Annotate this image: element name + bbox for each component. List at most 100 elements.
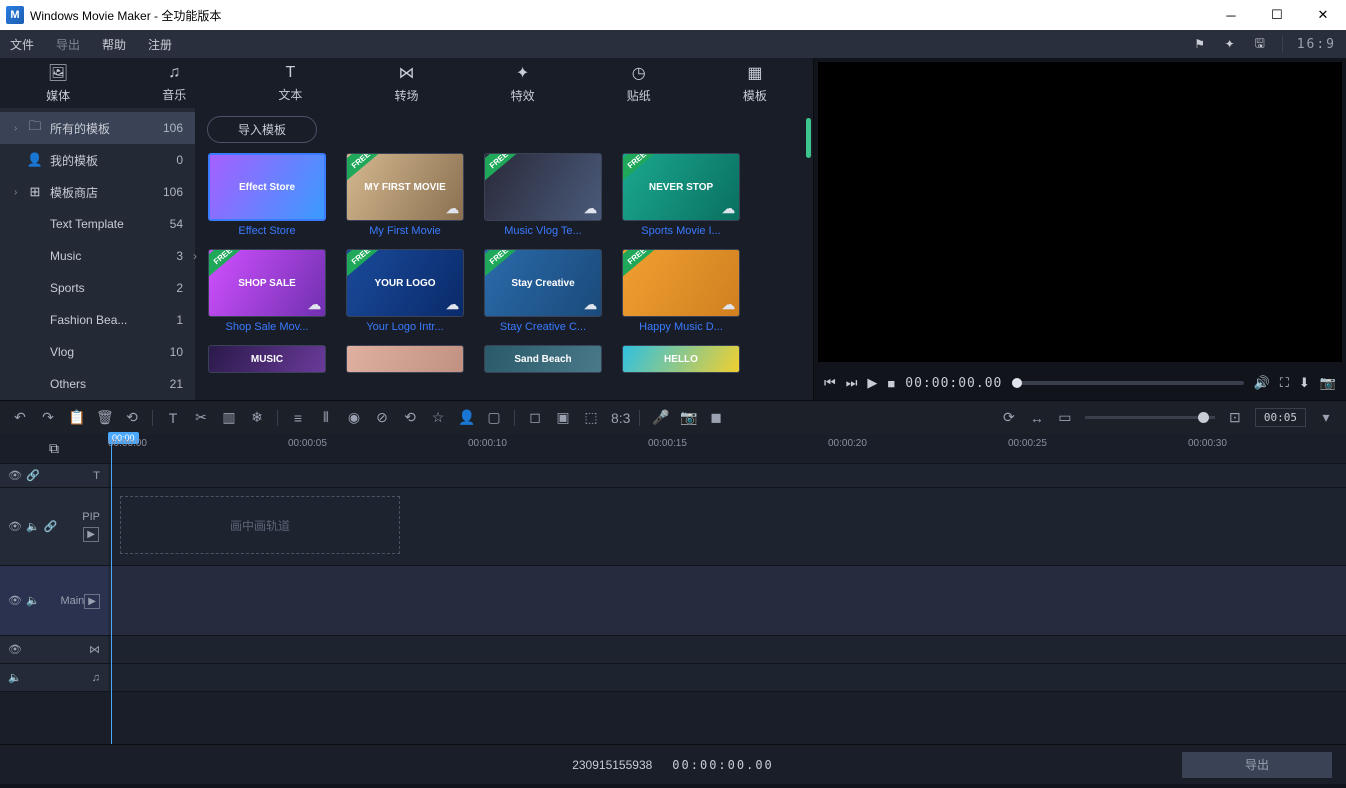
link-icon[interactable]: 🔗: [44, 520, 58, 533]
template-card[interactable]: FREEStay Creative☁Stay Creative C...: [483, 249, 603, 333]
menu-help[interactable]: 帮助: [102, 36, 126, 53]
toolbar-zoom-button[interactable]: ↔: [1029, 410, 1045, 426]
toolbar-adjust-button[interactable]: 👤: [458, 409, 474, 426]
toolbar-adjust-button[interactable]: ≡: [290, 410, 306, 426]
toolbar-zoom-button[interactable]: ⟳: [1001, 409, 1017, 426]
text-track-lane[interactable]: [108, 464, 1346, 487]
toolbar-edit-button[interactable]: ↷: [40, 409, 56, 426]
template-card[interactable]: FREE☁Happy Music D...: [621, 249, 741, 333]
tab-贴纸[interactable]: ◷贴纸: [581, 58, 697, 108]
eye-icon[interactable]: 👁: [8, 594, 22, 607]
toolbar-crop-button[interactable]: 8:3: [611, 410, 627, 426]
tab-转场[interactable]: ⋈转场: [348, 58, 464, 108]
volume-icon[interactable]: 🔊: [1254, 375, 1270, 391]
duration-box[interactable]: 00:05: [1255, 408, 1306, 427]
export-button[interactable]: 导出: [1182, 752, 1332, 778]
toolbar-clip-button[interactable]: ▥: [221, 409, 237, 426]
timeline-corner[interactable]: ⧉: [0, 434, 108, 464]
cloud-download-icon[interactable]: ☁: [446, 297, 459, 313]
timeline-ruler[interactable]: 00:00 00:00:0000:00:0500:00:1000:00:1500…: [108, 434, 1346, 464]
toolbar-clip-button[interactable]: T: [165, 410, 181, 426]
template-card[interactable]: MUSIC: [207, 345, 327, 373]
toolbar-crop-button[interactable]: ⬚: [583, 409, 599, 426]
toolbar-record-button[interactable]: 🎤: [652, 409, 668, 426]
template-card[interactable]: FREESHOP SALE☁Shop Sale Mov...: [207, 249, 327, 333]
template-card[interactable]: Sand Beach: [483, 345, 603, 373]
template-card[interactable]: Effect StoreEffect Store: [207, 153, 327, 237]
sidebar-item-所有的模板[interactable]: ›🗀所有的模板106: [0, 112, 195, 144]
template-card[interactable]: HELLO: [621, 345, 741, 373]
save-icon[interactable]: 🖫: [1252, 36, 1268, 52]
toolbar-adjust-button[interactable]: ◉: [346, 409, 362, 426]
link-icon[interactable]: 🔗: [26, 469, 40, 482]
toolbar-edit-button[interactable]: 📋: [68, 409, 84, 426]
toolbar-clip-button[interactable]: ❄: [249, 409, 265, 426]
toolbar-edit-button[interactable]: ⟲: [124, 409, 140, 426]
tab-媒体[interactable]: 🖼媒体: [0, 58, 116, 108]
toolbar-record-button[interactable]: ◼: [708, 409, 724, 426]
aspect-ratio[interactable]: 16:9: [1297, 37, 1336, 52]
audio-track-lane[interactable]: [108, 664, 1346, 691]
sidebar-item-我的模板[interactable]: 👤我的模板0: [0, 144, 195, 176]
tab-特效[interactable]: ✦特效: [465, 58, 581, 108]
template-card[interactable]: [345, 345, 465, 373]
pip-track-lane[interactable]: 画中画轨道: [108, 488, 1346, 565]
flag-icon[interactable]: ⚑: [1192, 36, 1208, 52]
transition-track-lane[interactable]: [108, 636, 1346, 663]
playhead[interactable]: [111, 434, 112, 744]
fit-button[interactable]: ⊡: [1227, 409, 1243, 426]
menu-register[interactable]: 注册: [148, 36, 172, 53]
eye-icon[interactable]: 👁: [8, 520, 22, 533]
maximize-button[interactable]: ☐: [1254, 0, 1300, 30]
scrollbar[interactable]: [806, 118, 811, 158]
template-card[interactable]: FREE☁Music Vlog Te...: [483, 153, 603, 237]
template-card[interactable]: FREENEVER STOP☁Sports Movie I...: [621, 153, 741, 237]
toolbar-crop-button[interactable]: ▣: [555, 409, 571, 426]
toolbar-adjust-button[interactable]: ▢: [486, 409, 502, 426]
sidebar-item-Vlog[interactable]: Vlog10: [0, 336, 195, 368]
cloud-download-icon[interactable]: ☁: [584, 201, 597, 217]
menu-export[interactable]: 导出: [56, 36, 80, 53]
toolbar-crop-button[interactable]: ◻: [527, 409, 543, 426]
pip-placeholder[interactable]: 画中画轨道: [120, 496, 400, 554]
mute-icon[interactable]: 🔈: [8, 671, 22, 684]
prev-frame-button[interactable]: ⏮: [824, 375, 836, 391]
tab-文本[interactable]: T文本: [232, 58, 348, 108]
main-track-lane[interactable]: [108, 566, 1346, 635]
snapshot-icon[interactable]: 📷: [1320, 375, 1336, 391]
sidebar-item-Text Template[interactable]: Text Template54: [0, 208, 195, 240]
mute-icon[interactable]: 🔈: [26, 520, 40, 533]
close-button[interactable]: ✕: [1300, 0, 1346, 30]
template-card[interactable]: FREEMY FIRST MOVIE☁My First Movie: [345, 153, 465, 237]
menu-file[interactable]: 文件: [10, 36, 34, 53]
toolbar-adjust-button[interactable]: ⫴: [318, 409, 334, 426]
toolbar-adjust-button[interactable]: ☆: [430, 409, 446, 426]
cloud-download-icon[interactable]: ☁: [584, 297, 597, 313]
stop-button[interactable]: ■: [887, 376, 895, 391]
cloud-download-icon[interactable]: ☁: [722, 201, 735, 217]
toolbar-clip-button[interactable]: ✂: [193, 409, 209, 426]
next-frame-button[interactable]: ⏭: [846, 375, 858, 391]
toolbar-adjust-button[interactable]: ⊘: [374, 409, 390, 426]
toolbar-adjust-button[interactable]: ⟲: [402, 409, 418, 426]
cloud-download-icon[interactable]: ☁: [722, 297, 735, 313]
minimize-button[interactable]: ─: [1208, 0, 1254, 30]
zoom-slider[interactable]: [1085, 416, 1215, 419]
toolbar-edit-button[interactable]: ↶: [12, 409, 28, 426]
fullscreen-icon[interactable]: ⛶: [1280, 375, 1289, 391]
play-button[interactable]: ▶: [867, 375, 877, 391]
sidebar-item-Others[interactable]: Others21: [0, 368, 195, 400]
toolbar-record-button[interactable]: 📷: [680, 409, 696, 426]
tab-音乐[interactable]: ♫音乐: [116, 58, 232, 108]
sidebar-item-模板商店[interactable]: ›⊞模板商店106: [0, 176, 195, 208]
tab-模板[interactable]: ▦模板: [697, 58, 813, 108]
sidebar-item-Sports[interactable]: Sports2: [0, 272, 195, 304]
preview-seek-slider[interactable]: [1012, 381, 1243, 385]
duration-dropdown-icon[interactable]: ▾: [1318, 409, 1334, 426]
sidebar-item-Music[interactable]: Music3›: [0, 240, 195, 272]
eye-icon[interactable]: 👁: [8, 469, 22, 482]
toolbar-zoom-button[interactable]: ▭: [1057, 409, 1073, 426]
sidebar-item-Fashion Bea...[interactable]: Fashion Bea...1: [0, 304, 195, 336]
wand-icon[interactable]: ✦: [1222, 36, 1238, 52]
import-template-button[interactable]: 导入模板: [207, 116, 317, 143]
